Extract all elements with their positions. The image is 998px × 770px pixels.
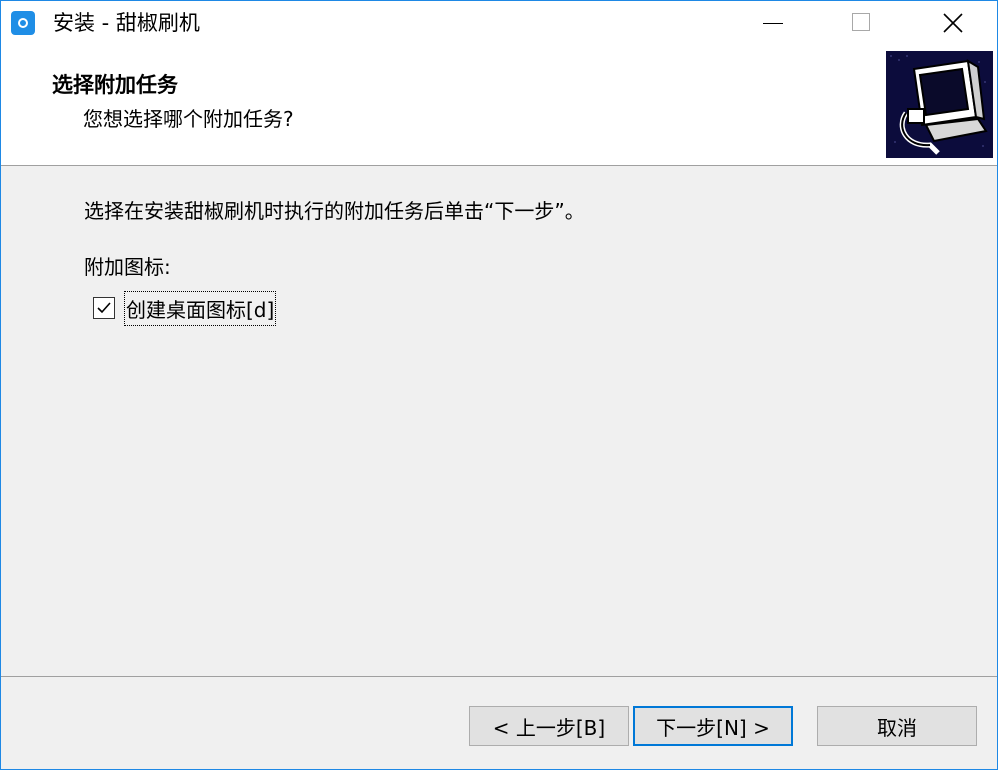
checkmark-icon <box>97 302 111 314</box>
window-title: 安装 - 甜椒刷机 <box>53 11 200 35</box>
page-subtitle: 您想选择哪个附加任务? <box>83 107 294 131</box>
cancel-button[interactable]: 取消 <box>817 706 977 746</box>
computer-install-icon <box>886 51 993 158</box>
additional-icons-label: 附加图标: <box>84 255 171 279</box>
footer-divider <box>1 676 997 677</box>
maximize-button <box>817 1 909 45</box>
desktop-icon-checkbox[interactable] <box>93 297 115 319</box>
close-button[interactable] <box>907 1 998 45</box>
desktop-icon-label[interactable]: 创建桌面图标[d] <box>123 290 277 326</box>
close-icon <box>943 13 963 33</box>
minimize-icon <box>763 23 783 24</box>
maximize-icon <box>852 13 870 31</box>
back-button[interactable]: < 上一步[B] <box>469 706 629 746</box>
next-button[interactable]: 下一步[N] > <box>633 706 793 746</box>
minimize-button[interactable] <box>725 1 817 45</box>
wizard-header: 选择附加任务 您想选择哪个附加任务? <box>1 45 997 166</box>
app-icon <box>11 11 35 35</box>
instruction-text: 选择在安装甜椒刷机时执行的附加任务后单击“下一步”。 <box>84 199 585 223</box>
title-bar[interactable]: 安装 - 甜椒刷机 <box>1 1 997 45</box>
installer-window: 安装 - 甜椒刷机 选择附加任务 您想选择哪个附加任务? 选择在安装甜椒刷机时执… <box>0 0 998 770</box>
page-title: 选择附加任务 <box>52 73 178 97</box>
task-desktop-icon[interactable]: 创建桌面图标[d] <box>93 290 277 326</box>
